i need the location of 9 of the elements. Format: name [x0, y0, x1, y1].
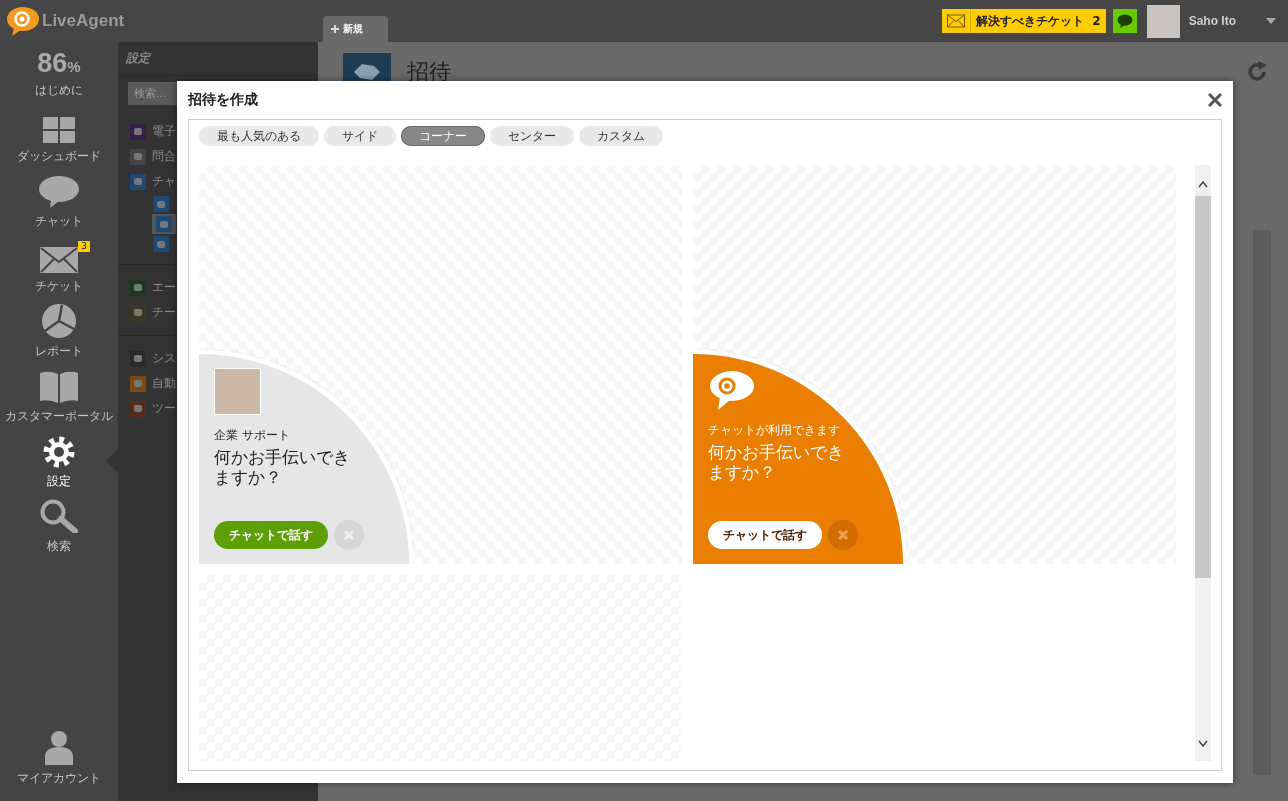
panel-title: 設定 [118, 42, 318, 76]
count-badge: 3 [78, 241, 90, 252]
page-title: 招待 [407, 58, 451, 86]
invitation-subtitle: チャットが利用できます [708, 422, 841, 439]
invitation-subtitle: 企業 サポート [214, 427, 291, 444]
dialog-title: 招待を作成 [188, 91, 258, 109]
invitation-headline: 何かお手伝いできますか？ [708, 442, 845, 482]
invitation-headline: 何かお手伝いできますか？ [214, 447, 351, 487]
logo-text: LiveAgent [42, 11, 125, 31]
